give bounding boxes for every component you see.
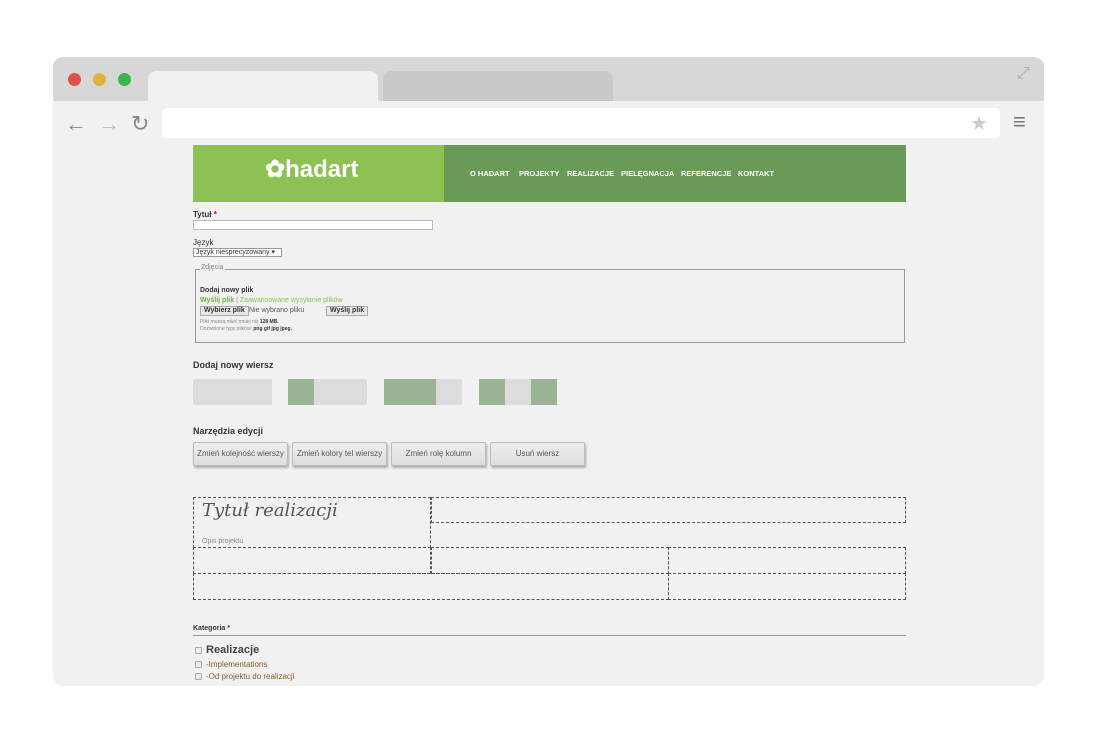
fullscreen-icon[interactable]: ⤢ [1017,65,1030,83]
forward-icon[interactable]: → [98,111,120,137]
reorder-rows-button[interactable]: Zmień kolejność wierszy [193,442,288,466]
nav-kontakt[interactable]: KONTAKT [738,169,774,178]
category-item[interactable]: -Od projektu do realizacji [195,672,294,681]
nav-projekty[interactable]: PROJEKTY [519,169,559,178]
grid-cell[interactable] [668,547,906,574]
grid-cell[interactable] [193,573,669,600]
choose-file-button[interactable]: Wybierz plik [200,306,249,316]
header-logo-area: ✿hadart [193,145,444,202]
photos-legend: Zdjęcia [200,264,225,271]
category-item[interactable]: -Implementations [195,660,267,669]
delete-row-button[interactable]: Usuń wiersz [490,442,585,466]
send-file-button[interactable]: Wyślij plik [326,306,369,316]
project-title: Tytuł realizacji [202,500,338,521]
grid-cell[interactable] [668,573,906,600]
bookmark-star-icon[interactable]: ★ [970,111,988,136]
nav-realizacje[interactable]: REALIZACJE [567,169,614,178]
browser-window: ← → ↻ ★ ≡ ⤢ ✿hadart O HADART PROJEKTY RE… [53,57,1044,686]
photos-fieldset: Zdjęcia Dodaj nowy plik Wyślij plik | Za… [195,264,905,343]
page-viewport: ✿hadart O HADART PROJEKTY REALIZACJE PIE… [53,145,1044,686]
language-label: Język [193,238,214,247]
address-bar[interactable] [162,108,1000,138]
grid-cell[interactable] [193,547,431,574]
logo[interactable]: ✿hadart [265,155,358,184]
back-icon[interactable]: ← [65,111,87,137]
row-layout-narrow-wide[interactable] [288,379,367,405]
nav-o-hadart[interactable]: O HADART [470,169,510,178]
checkbox[interactable] [195,661,202,668]
browser-tab[interactable] [383,71,613,101]
row-layout-wide-narrow[interactable] [384,379,462,405]
change-column-role-button[interactable]: Zmień rolę kolumn [391,442,486,466]
browser-chrome: ← → ↻ ★ ≡ ⤢ [53,57,1044,145]
language-select[interactable]: Język niesprecyzowany ▾ [193,248,282,257]
nav-referencje[interactable]: REFERENCJE [681,169,731,178]
edit-tools-heading: Narzędzia edycji [193,426,264,436]
checkbox[interactable] [195,673,202,680]
upload-link[interactable]: Wyślij plik [200,297,234,304]
grid-cell[interactable] [431,497,906,523]
checkbox[interactable] [195,646,202,654]
category-label: Kategoria * [193,625,230,632]
row-layout-1col[interactable] [193,379,272,405]
no-file-text: Nie wybrano pliku [249,307,305,314]
browser-tab-active[interactable] [148,71,378,101]
category-item[interactable]: Realizacje [195,644,259,656]
minimize-window-button[interactable] [93,73,106,86]
advanced-upload-link[interactable]: Zaawansowane wysyłanie plików [240,297,343,304]
nav-pielegnacja[interactable]: PIELĘGNACJA [621,169,674,178]
divider [193,635,906,636]
add-file-heading: Dodaj nowy plik [200,287,254,294]
title-input[interactable] [193,220,433,230]
types-note: Dozwolone typy plików: png gif jpg jpeg. [200,326,292,332]
project-description: Opis projektu [202,538,244,545]
title-label: Tytuł * [193,210,217,219]
menu-icon[interactable]: ≡ [1013,109,1026,135]
maximize-window-button[interactable] [118,73,131,86]
row-layout-3col[interactable] [479,379,557,405]
change-row-colors-button[interactable]: Zmień kolory tel wierszy [292,442,387,466]
size-note: Pliki muszą mieć mniej niż 128 MB. [200,319,279,325]
close-window-button[interactable] [68,73,81,86]
flower-icon: ✿ [265,156,286,183]
grid-cell-title[interactable]: Tytuł realizacji Opis projektu [193,497,431,548]
grid-cell[interactable] [431,547,669,574]
main-nav: O HADART PROJEKTY REALIZACJE PIELĘGNACJA… [444,145,906,202]
add-row-heading: Dodaj nowy wiersz [193,360,274,370]
reload-icon[interactable]: ↻ [131,111,149,137]
